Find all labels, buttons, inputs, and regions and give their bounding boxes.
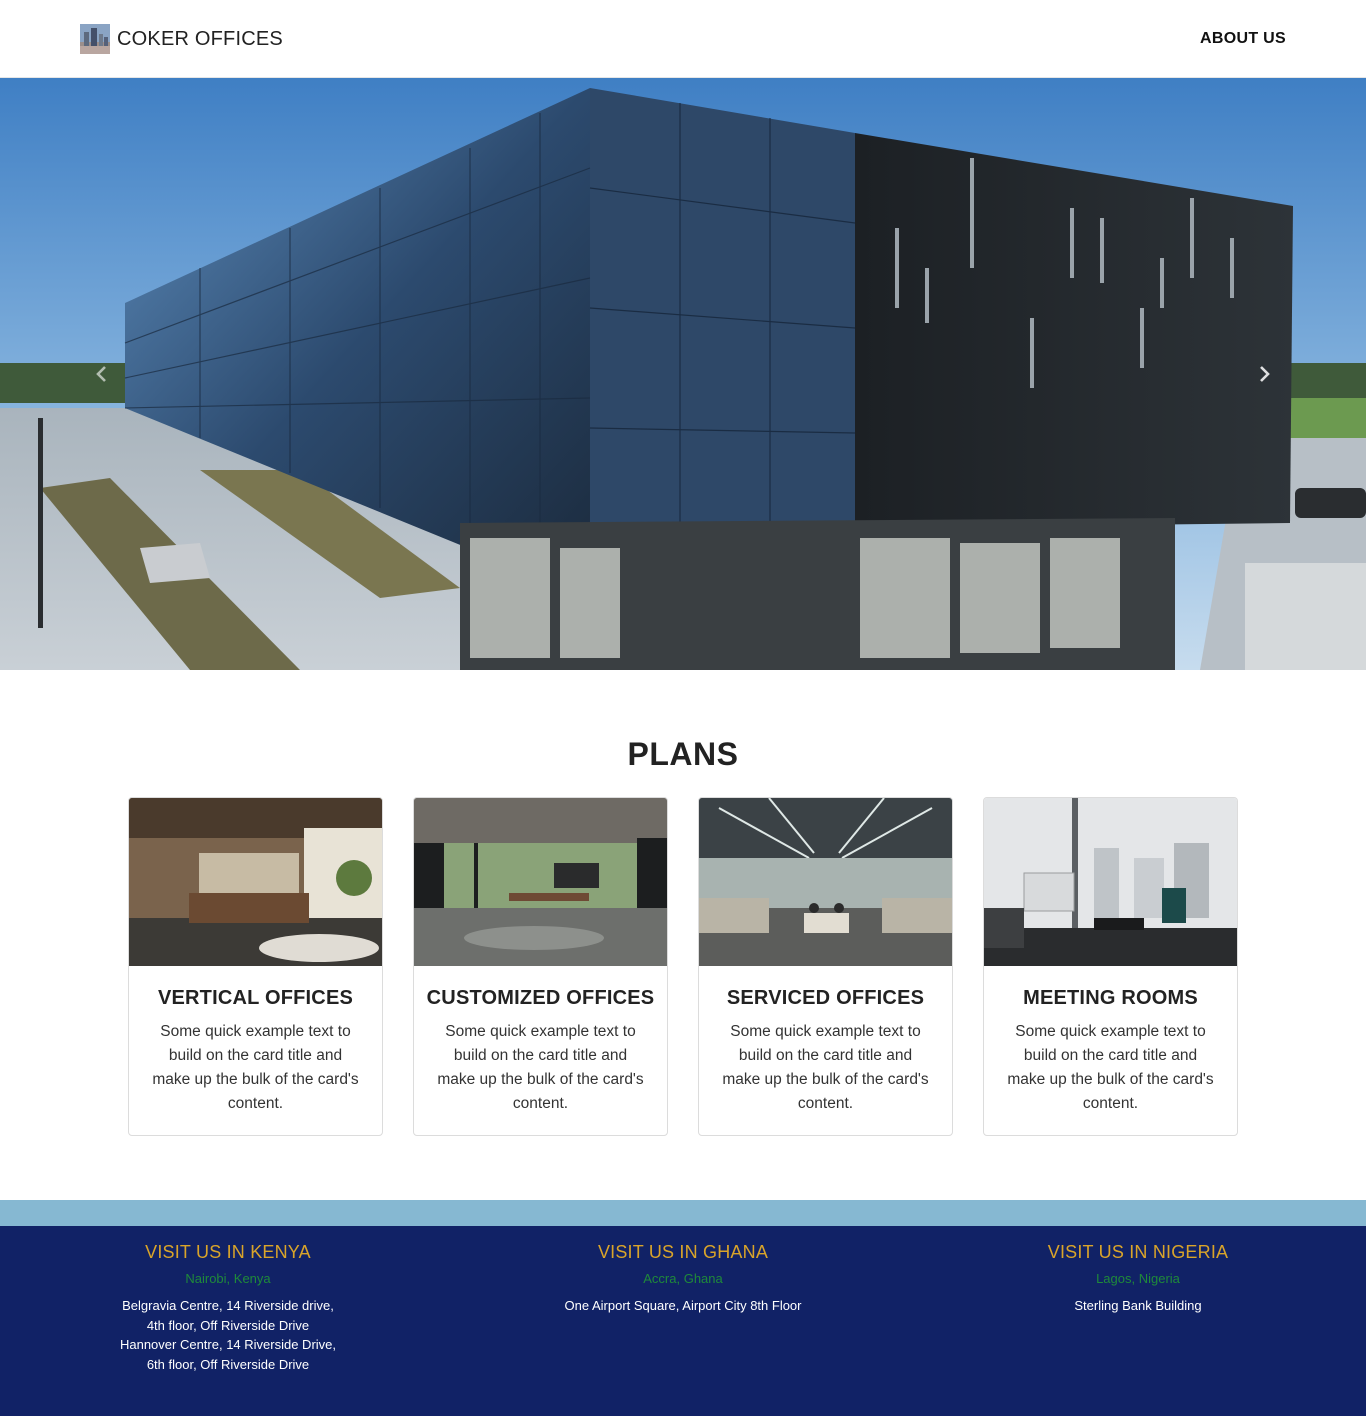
plan-card-vertical-offices[interactable]: VERTICAL OFFICES Some quick example text… bbox=[128, 797, 383, 1136]
card-text: Some quick example text to build on the … bbox=[722, 1023, 929, 1112]
card-title: VERTICAL OFFICES bbox=[157, 987, 354, 1009]
footer-band bbox=[0, 1200, 1366, 1226]
card-image bbox=[414, 798, 667, 966]
building-logo-icon bbox=[80, 24, 110, 54]
location-heading: VISIT US IN GHANA bbox=[597, 1242, 769, 1262]
plan-card-serviced-offices[interactable]: SERVICED OFFICES Some quick example text… bbox=[698, 797, 953, 1136]
card-image bbox=[984, 798, 1237, 966]
footer: VISIT US IN KENYA Nairobi, Kenya Belgrav… bbox=[0, 1226, 1366, 1416]
chevron-right-icon bbox=[1260, 366, 1270, 382]
footer-location-nigeria: VISIT US IN NIGERIA Lagos, Nigeria Sterl… bbox=[1018, 1242, 1258, 1316]
plans-heading: PLANS bbox=[627, 736, 739, 772]
nav-link-about-us[interactable]: ABOUT US bbox=[1200, 30, 1286, 48]
location-heading: VISIT US IN KENYA bbox=[145, 1242, 311, 1262]
card-text: Some quick example text to build on the … bbox=[437, 1023, 644, 1112]
hero-image bbox=[0, 78, 1366, 670]
location-address: Sterling Bank Building bbox=[1074, 1298, 1202, 1313]
hero-carousel bbox=[0, 78, 1366, 670]
card-text: Some quick example text to build on the … bbox=[1007, 1023, 1214, 1112]
card-text: Some quick example text to build on the … bbox=[152, 1023, 359, 1112]
footer-location-ghana: VISIT US IN GHANA Accra, Ghana One Airpo… bbox=[523, 1242, 843, 1316]
card-title: MEETING ROOMS bbox=[1023, 987, 1198, 1009]
brand-name: COKER OFFICES bbox=[117, 27, 283, 50]
carousel-next-button[interactable] bbox=[1244, 354, 1284, 394]
brand-link[interactable]: COKER OFFICES bbox=[80, 24, 283, 54]
plan-card-customized-offices[interactable]: CUSTOMIZED OFFICES Some quick example te… bbox=[413, 797, 668, 1136]
location-city: Accra, Ghana bbox=[643, 1271, 723, 1286]
chevron-left-icon bbox=[96, 366, 106, 382]
location-city: Lagos, Nigeria bbox=[1096, 1271, 1180, 1286]
footer-location-kenya: VISIT US IN KENYA Nairobi, Kenya Belgrav… bbox=[98, 1242, 358, 1374]
card-image bbox=[129, 798, 382, 966]
card-title: CUSTOMIZED OFFICES bbox=[426, 987, 655, 1009]
location-city: Nairobi, Kenya bbox=[185, 1271, 271, 1286]
location-address: One Airport Square, Airport City 8th Flo… bbox=[564, 1298, 802, 1313]
navbar: COKER OFFICES ABOUT US bbox=[0, 0, 1366, 78]
card-image bbox=[699, 798, 952, 966]
card-title: SERVICED OFFICES bbox=[726, 987, 925, 1009]
carousel-prev-button[interactable] bbox=[82, 354, 122, 394]
location-address: Belgravia Centre, 14 Riverside drive, 4t… bbox=[119, 1298, 337, 1372]
location-heading: VISIT US IN NIGERIA bbox=[1047, 1242, 1229, 1262]
plan-card-meeting-rooms[interactable]: MEETING ROOMS Some quick example text to… bbox=[983, 797, 1238, 1136]
